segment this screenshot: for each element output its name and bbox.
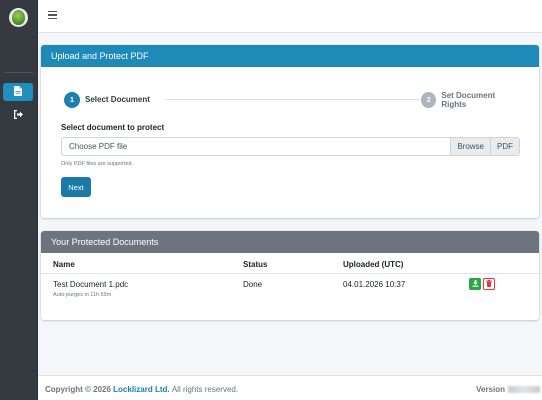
delete-button[interactable] [483, 278, 495, 290]
file-input-placeholder[interactable]: Choose PDF file [62, 138, 450, 155]
app-logo[interactable] [9, 8, 28, 27]
sidebar-divider [4, 72, 33, 73]
pdf-file-input[interactable]: Choose PDF file Browse PDF [61, 137, 520, 156]
sidebar-item-documents[interactable] [3, 83, 33, 101]
download-button[interactable] [469, 278, 481, 290]
step-set-document-rights[interactable]: 2 Set Document Rights [421, 90, 519, 109]
table-row: Test Document 1.pdc Auto-purges in 11h 5… [41, 274, 539, 320]
step-label: Select Document [85, 95, 150, 104]
document-uploaded: 04.01.2026 10:37 [343, 280, 406, 289]
step-select-document[interactable]: 1 Select Document [64, 91, 150, 108]
browse-button[interactable]: Browse [450, 138, 490, 155]
version-number-redacted [508, 386, 540, 393]
auto-purge-note: Auto-purges in 11h 59m [53, 292, 112, 298]
file-icon [14, 86, 22, 98]
table-header: Name Status Uploaded (UTC) [41, 253, 539, 274]
pdf-label: PDF [490, 138, 519, 155]
form-label: Select document to protect [61, 123, 165, 132]
column-status: Status [243, 260, 268, 269]
step-number: 1 [64, 91, 80, 108]
stepper: 1 Select Document 2 Set Document Rights [64, 91, 519, 109]
help-text: Only PDF files are supported. [61, 161, 134, 167]
main-area: Upload and Protect PDF 1 Select Document… [38, 0, 542, 400]
topbar [38, 0, 542, 33]
copyright: Copyright © 2026 Locklizard Ltd. All rig… [45, 385, 238, 394]
stepper-line [165, 99, 420, 100]
company-link[interactable]: Locklizard Ltd. [113, 385, 169, 394]
step-label: Set Document Rights [441, 90, 496, 109]
next-button[interactable]: Next [61, 177, 91, 197]
footer: Copyright © 2026 Locklizard Ltd. All rig… [38, 375, 542, 400]
documents-card: Your Protected Documents Name Status Upl… [41, 231, 539, 320]
column-uploaded: Uploaded (UTC) [343, 260, 404, 269]
trash-icon [486, 279, 492, 289]
version-label: Version [476, 385, 505, 394]
upload-card-title: Upload and Protect PDF [41, 45, 539, 67]
document-name: Test Document 1.pdc [53, 280, 129, 289]
sign-out-icon [13, 109, 23, 121]
hamburger-icon[interactable] [48, 11, 57, 19]
sidebar [0, 0, 38, 400]
version: Version [476, 385, 540, 394]
document-status: Done [243, 280, 263, 289]
column-name: Name [53, 260, 75, 269]
step-number: 2 [421, 91, 437, 108]
copyright-prefix: Copyright © 2026 [45, 385, 111, 394]
sidebar-item-logout[interactable] [3, 106, 33, 124]
rights-text: All rights reserved. [171, 385, 239, 394]
download-icon [472, 279, 479, 289]
documents-card-title: Your Protected Documents [41, 231, 539, 253]
